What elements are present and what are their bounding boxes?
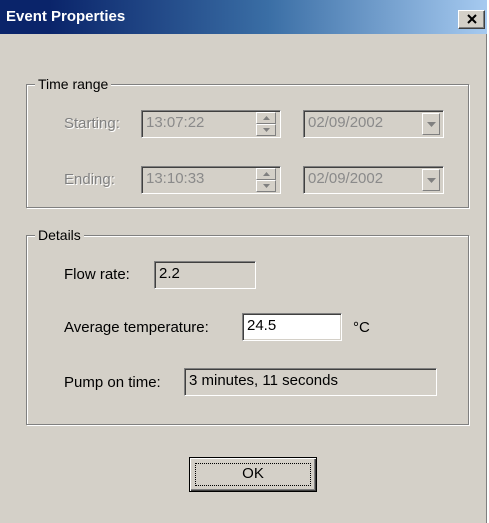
starting-time-spinner[interactable]: [256, 112, 276, 136]
flow-rate-field[interactable]: 2.2: [154, 261, 256, 289]
dropdown-arrow-icon: [427, 122, 436, 127]
close-icon: [467, 14, 477, 24]
dropdown-arrow-icon: [427, 178, 436, 183]
pump-on-time-field[interactable]: 3 minutes, 11 seconds: [184, 368, 437, 396]
starting-date-dropdown-button[interactable]: [422, 113, 440, 135]
event-properties-dialog: Event Properties Time range Starting: 13…: [0, 0, 487, 523]
average-temperature-field[interactable]: 24.5: [242, 313, 342, 341]
close-button[interactable]: [458, 10, 485, 29]
title-bar[interactable]: Event Properties: [0, 0, 487, 34]
ending-label: Ending:: [64, 171, 115, 188]
starting-time-spin-down[interactable]: [256, 124, 276, 136]
flow-rate-label: Flow rate:: [64, 266, 130, 283]
spin-up-arrow-icon: [263, 116, 270, 120]
ending-time-spin-up[interactable]: [256, 168, 276, 180]
time-range-legend: Time range: [35, 75, 112, 93]
ending-date-dropdown-button[interactable]: [422, 169, 440, 191]
spin-up-arrow-icon: [263, 172, 270, 176]
starting-label: Starting:: [64, 115, 120, 132]
ending-time-spin-down[interactable]: [256, 180, 276, 192]
ending-time-spinner[interactable]: [256, 168, 276, 192]
details-legend: Details: [35, 226, 84, 244]
ok-button-label: OK: [242, 465, 264, 482]
average-temperature-label: Average temperature:: [64, 319, 209, 336]
pump-on-time-label: Pump on time:: [64, 374, 161, 391]
window-title: Event Properties: [6, 8, 126, 25]
ok-button[interactable]: OK: [189, 457, 317, 492]
temperature-unit: °C: [353, 319, 370, 336]
starting-time-spin-up[interactable]: [256, 112, 276, 124]
spin-down-arrow-icon: [263, 184, 270, 188]
spin-down-arrow-icon: [263, 128, 270, 132]
